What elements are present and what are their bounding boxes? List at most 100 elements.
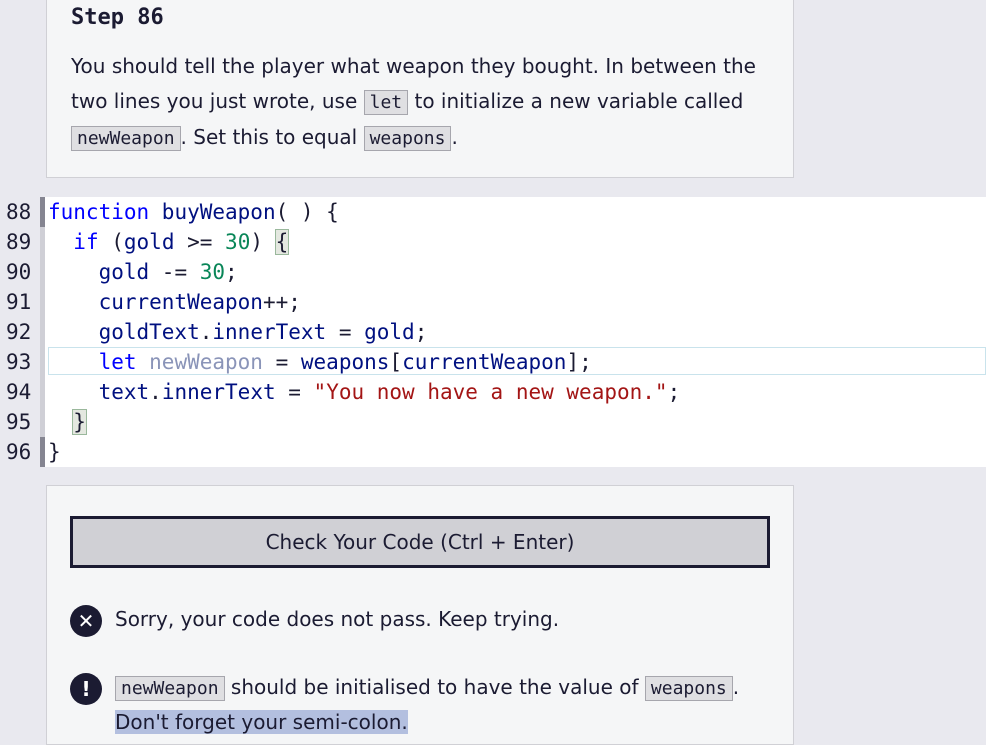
line-code[interactable]: let newWeapon = weapons[currentWeapon]; bbox=[48, 347, 592, 377]
code-token: ; bbox=[225, 260, 238, 284]
step-title: Step 86 bbox=[71, 5, 164, 30]
code-token: if bbox=[73, 230, 99, 254]
line-code[interactable]: } bbox=[48, 407, 87, 437]
code-line[interactable]: 91 currentWeapon++; bbox=[0, 287, 986, 317]
inline-code-weapons: weapons bbox=[363, 126, 452, 151]
line-code[interactable]: function buyWeapon( ) { bbox=[48, 197, 339, 227]
code-token: 30 bbox=[199, 260, 226, 284]
code-token: . bbox=[149, 380, 162, 404]
code-token: >= bbox=[174, 230, 226, 254]
hint-feedback: ! newWeapon should be initialised to hav… bbox=[70, 670, 770, 745]
code-line[interactable]: 92 goldText.innerText = gold; bbox=[0, 317, 986, 347]
line-number: 92 bbox=[6, 320, 32, 344]
code-token: innerText bbox=[161, 380, 276, 404]
code-token: buyWeapon bbox=[149, 200, 276, 224]
line-number: 88 bbox=[6, 200, 32, 224]
code-token: gold bbox=[98, 260, 150, 284]
inline-code-newweapon: newWeapon bbox=[71, 126, 181, 151]
code-token: [ bbox=[389, 350, 403, 374]
code-token: -= bbox=[149, 260, 200, 284]
instructions-text: You should tell the player what weapon t… bbox=[71, 49, 771, 156]
line-code[interactable]: gold -= 30; bbox=[48, 257, 238, 287]
code-line[interactable]: 93 let newWeapon = weapons[currentWeapon… bbox=[0, 347, 986, 377]
code-token: goldText bbox=[98, 320, 200, 344]
selected-text: Don't forget your semi-colon. bbox=[115, 710, 408, 734]
gutter-marker bbox=[40, 287, 45, 317]
code-line[interactable]: 95 } bbox=[0, 407, 986, 437]
gutter-marker bbox=[40, 377, 45, 407]
code-token: ( ) { bbox=[275, 200, 339, 224]
line-number: 91 bbox=[6, 290, 32, 314]
code-token: innerText bbox=[212, 320, 327, 344]
close-circle-icon: ✕ bbox=[70, 605, 102, 637]
code-token: let bbox=[98, 350, 137, 374]
instructions-line-3: newWeapon. Set this to equal weapons. bbox=[71, 120, 771, 156]
code-token: weapons bbox=[300, 350, 390, 374]
line-number: 93 bbox=[6, 350, 32, 374]
hint-code-newweapon: newWeapon bbox=[115, 676, 225, 701]
code-token: = bbox=[275, 380, 314, 404]
code-token: currentWeapon bbox=[98, 290, 263, 314]
line-number: 96 bbox=[6, 440, 32, 464]
code-token: = bbox=[326, 320, 365, 344]
code-token: } bbox=[48, 440, 61, 464]
code-token: ; bbox=[414, 320, 428, 344]
code-token: ; bbox=[667, 380, 681, 404]
code-token: { bbox=[274, 229, 290, 255]
code-editor[interactable]: 88 function buyWeapon( ) {89 if (gold >= … bbox=[0, 197, 986, 467]
gutter-marker bbox=[40, 407, 45, 437]
code-token: currentWeapon bbox=[402, 350, 567, 374]
line-number: 95 bbox=[6, 410, 32, 434]
code-token: gold bbox=[364, 320, 415, 344]
inline-code-let: let bbox=[363, 90, 409, 115]
instructions-line-1: You should tell the player what weapon t… bbox=[71, 54, 756, 78]
gutter-marker bbox=[40, 257, 45, 287]
code-token: = bbox=[262, 350, 301, 374]
code-token: text bbox=[98, 380, 150, 404]
line-code[interactable]: goldText.innerText = gold; bbox=[48, 317, 428, 347]
code-token: ) bbox=[250, 230, 276, 254]
code-line[interactable]: 94 text.innerText = "You now have a new … bbox=[0, 377, 986, 407]
code-token: function bbox=[48, 200, 150, 224]
code-token: newWeapon bbox=[136, 350, 263, 374]
gutter-marker bbox=[40, 227, 45, 257]
code-line[interactable]: 89 if (gold >= 30) { bbox=[0, 227, 986, 257]
line-code[interactable]: if (gold >= 30) { bbox=[48, 227, 290, 257]
line-code[interactable]: currentWeapon++; bbox=[48, 287, 301, 317]
code-token: ++; bbox=[262, 290, 301, 314]
test-panel: Check Your Code (Ctrl + Enter) ✕ Sorry, … bbox=[46, 485, 794, 745]
code-line[interactable]: 90 gold -= 30; bbox=[0, 257, 986, 287]
line-code[interactable]: } bbox=[48, 437, 61, 467]
hint-line-1: newWeapon should be initialised to have … bbox=[115, 670, 739, 706]
code-token: ( bbox=[98, 230, 124, 254]
instructions-line-2: two lines you just wrote, use let to ini… bbox=[71, 89, 744, 115]
code-token: ]; bbox=[566, 350, 592, 374]
hint-line-2: Don't forget your semi-colon. bbox=[115, 705, 408, 740]
line-code[interactable]: text.innerText = "You now have a new wea… bbox=[48, 377, 681, 407]
code-token: } bbox=[72, 409, 87, 435]
gutter-marker bbox=[40, 347, 45, 377]
line-number: 89 bbox=[6, 230, 32, 254]
code-token: gold bbox=[123, 230, 175, 254]
fail-message: Sorry, your code does not pass. Keep try… bbox=[115, 607, 560, 631]
code-token: 30 bbox=[225, 230, 251, 254]
code-token: . bbox=[199, 320, 213, 344]
hint-code-weapons: weapons bbox=[644, 676, 733, 701]
fail-feedback: ✕ Sorry, your code does not pass. Keep t… bbox=[70, 602, 770, 638]
code-line[interactable]: 88 function buyWeapon( ) { bbox=[0, 197, 986, 227]
line-number: 90 bbox=[6, 260, 32, 284]
check-code-button[interactable]: Check Your Code (Ctrl + Enter) bbox=[70, 516, 770, 568]
gutter-marker bbox=[40, 317, 45, 347]
lightbulb-icon: ! bbox=[70, 673, 102, 705]
code-line[interactable]: 96} bbox=[0, 437, 986, 467]
gutter-marker bbox=[40, 197, 45, 227]
code-token: "You now have a new weapon." bbox=[313, 380, 668, 404]
description-panel: Step 86 You should tell the player what … bbox=[46, 0, 794, 178]
line-number: 94 bbox=[6, 380, 32, 404]
